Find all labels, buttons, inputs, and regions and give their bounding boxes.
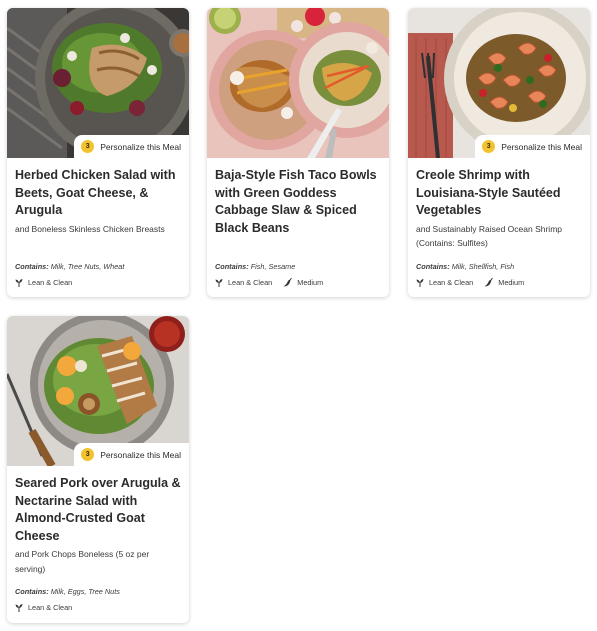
tag-lean-clean: Lean & Clean [416,278,473,287]
tag-label: Lean & Clean [429,278,474,287]
tag-spice-level: Medium [484,278,524,287]
meal-title[interactable]: Creole Shrimp with Louisiana-Style Sauté… [416,167,582,220]
meal-title[interactable]: Baja-Style Fish Taco Bowls with Green Go… [215,167,381,237]
tag-label: Lean & Clean [28,603,73,612]
leaf-icon [15,279,23,287]
tag-spice-level: Medium [283,278,323,287]
meal-title[interactable]: Herbed Chicken Salad with Beets, Goat Ch… [15,167,181,220]
personalize-count-badge: 3 [81,448,95,461]
tag-label: Medium [498,278,525,287]
personalize-meal-button[interactable]: 3 Personalize this Meal [475,135,590,158]
personalize-meal-button[interactable]: 3 Personalize this Meal [74,443,189,466]
leaf-icon [416,279,424,287]
meal-photo[interactable] [207,8,389,158]
chili-pepper-icon [283,278,293,287]
contains-items: Milk, Shellfish, Fish [451,262,515,271]
leaf-icon [215,279,223,287]
personalize-label: Personalize this Meal [501,141,582,152]
meal-title[interactable]: Seared Pork over Arugula & Nectarine Sal… [15,475,181,545]
personalize-label: Personalize this Meal [100,449,181,460]
personalize-meal-button[interactable]: 3 Personalize this Meal [74,135,189,158]
meal-tags: Lean & Clean Medium [416,278,524,287]
tag-label: Lean & Clean [228,278,273,287]
personalize-count-badge: 3 [81,140,95,153]
meal-photo[interactable]: 3 Personalize this Meal [7,8,189,158]
meal-photo[interactable]: 3 Personalize this Meal [408,8,590,158]
tag-lean-clean: Lean & Clean [15,278,72,287]
contains-items: Milk, Eggs, Tree Nuts [50,587,120,596]
leaf-icon [15,604,23,612]
meal-tags: Lean & Clean [15,603,72,612]
meal-subtitle: and Sustainably Raised Ocean Shrimp (Con… [416,223,562,249]
contains-label: Contains: [15,262,49,271]
allergen-info: Contains: Milk, Tree Nuts, Wheat [15,262,124,271]
meal-tags: Lean & Clean [15,278,72,287]
contains-label: Contains: [15,587,49,596]
meal-card[interactable]: 3 Personalize this Meal Creole Shrimp wi… [408,8,590,297]
tag-lean-clean: Lean & Clean [215,278,272,287]
meal-subtitle: and Boneless Skinless Chicken Breasts [15,223,165,234]
allergen-info: Contains: Milk, Eggs, Tree Nuts [15,587,120,596]
allergen-info: Contains: Milk, Shellfish, Fish [416,262,514,271]
tag-label: Lean & Clean [28,278,73,287]
personalize-label: Personalize this Meal [100,141,181,152]
personalize-count-badge: 3 [482,140,496,153]
meal-card[interactable]: 3 Personalize this Meal Herbed Chicken S… [7,8,189,297]
meal-subtitle: and Pork Chops Boneless (5 oz per servin… [15,549,150,574]
meal-tags: Lean & Clean Medium [215,278,323,287]
chili-pepper-icon [484,278,494,287]
contains-label: Contains: [416,262,450,271]
meal-card[interactable]: 3 Personalize this Meal Seared Pork over… [7,316,189,623]
meal-card[interactable]: Baja-Style Fish Taco Bowls with Green Go… [207,8,389,297]
contains-items: Milk, Tree Nuts, Wheat [50,262,125,271]
tag-label: Medium [297,278,324,287]
meal-photo[interactable]: 3 Personalize this Meal [7,316,189,466]
allergen-info: Contains: Fish, Sesame [215,262,295,271]
contains-items: Fish, Sesame [250,262,296,271]
contains-label: Contains: [215,262,249,271]
tag-lean-clean: Lean & Clean [15,603,72,612]
